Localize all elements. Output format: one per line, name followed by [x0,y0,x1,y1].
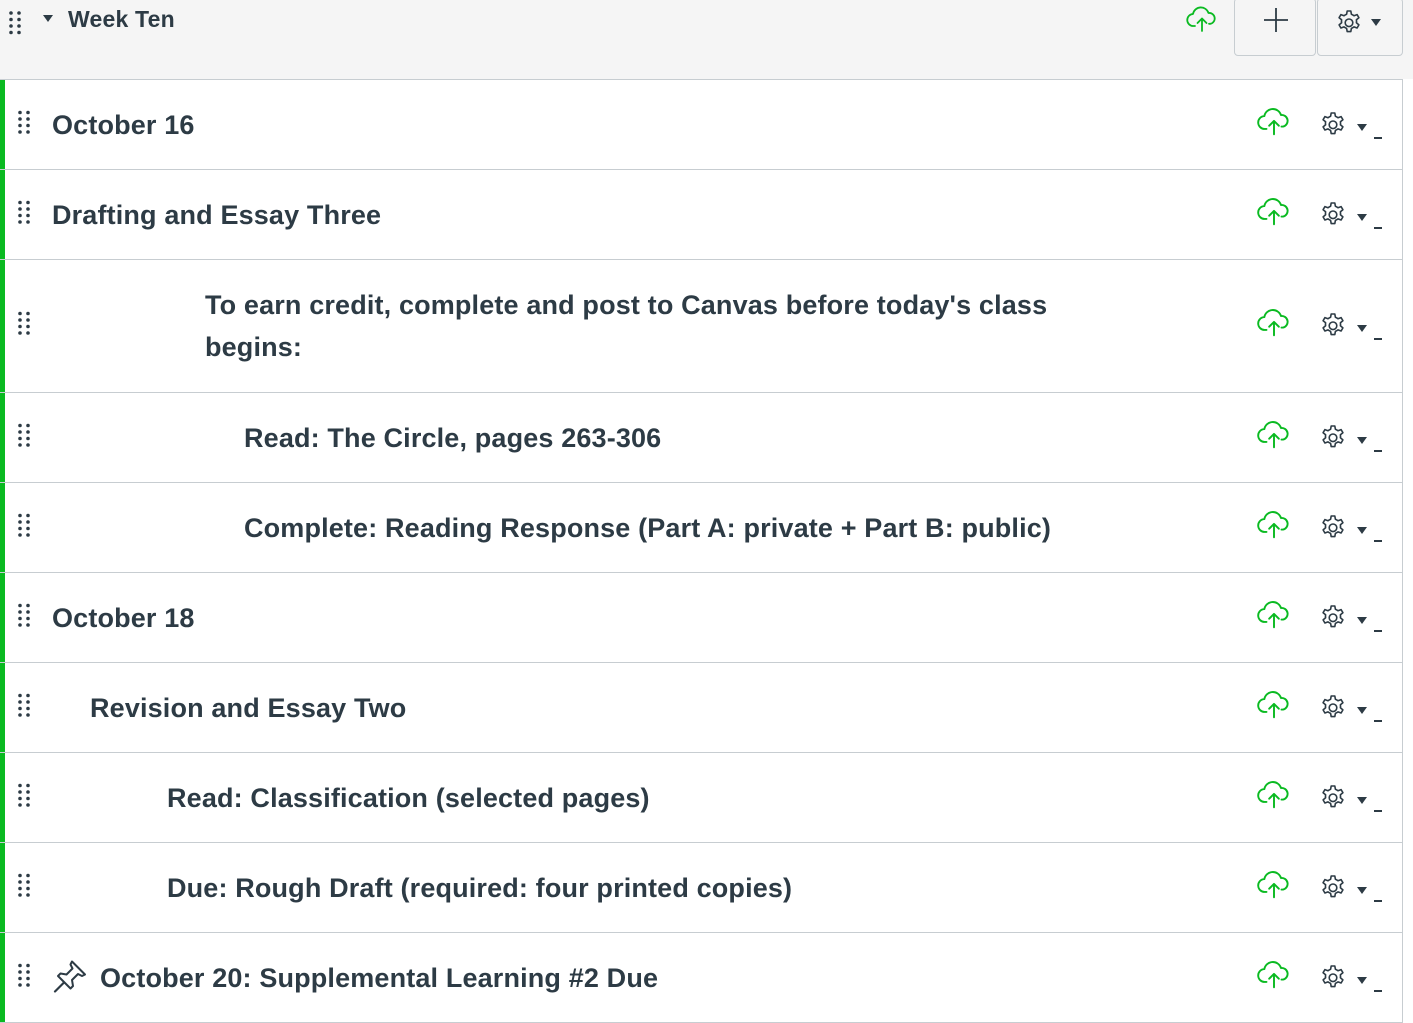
cloud-upload-icon[interactable] [1256,309,1292,344]
module-item-row[interactable]: October 18 [0,573,1402,663]
indent-marker [1374,338,1382,340]
indent-marker [1374,226,1382,229]
drag-handle-icon[interactable] [17,199,31,230]
gear-icon [1319,514,1347,547]
module-item-row[interactable]: October 16 [0,80,1402,170]
item-settings-menu[interactable] [1319,111,1373,139]
drag-handle-icon[interactable] [17,512,31,543]
module-item-title[interactable]: Complete: Reading Response (Part A: priv… [244,507,1051,549]
module-item-row[interactable]: Complete: Reading Response (Part A: priv… [0,483,1402,573]
gear-icon [1319,874,1347,907]
item-settings-menu[interactable] [1319,694,1373,722]
caret-down-icon [1356,321,1368,339]
gear-icon [1335,9,1363,42]
item-settings-menu[interactable] [1319,514,1373,542]
module-item-title[interactable]: Read: The Circle, pages 263-306 [244,417,661,459]
indent-marker [1374,539,1382,542]
cloud-upload-icon[interactable] [1256,690,1292,725]
module-item-title[interactable]: Revision and Essay Two [90,687,406,729]
indent-marker [1374,136,1382,139]
gear-icon [1319,604,1347,637]
gear-icon [1319,964,1347,997]
module-item-title[interactable]: Read: Classification (selected pages) [167,777,650,819]
drag-handle-icon[interactable] [17,602,31,633]
drag-handle-icon[interactable] [8,10,22,41]
caret-down-icon [1356,210,1368,228]
cloud-upload-icon[interactable] [1256,600,1292,635]
caret-down-icon [1356,703,1368,721]
module-item-row[interactable]: Revision and Essay Two [0,663,1402,753]
indent-marker [1374,899,1382,902]
caret-down-icon [1356,973,1368,991]
cloud-upload-icon[interactable] [1256,197,1292,232]
item-settings-menu[interactable] [1319,201,1373,229]
indent-marker [1374,989,1382,992]
module-item-row[interactable]: To earn credit, complete and post to Can… [0,260,1402,393]
cloud-upload-icon[interactable] [1256,870,1292,905]
cloud-upload-icon[interactable] [1256,420,1292,455]
add-item-button[interactable] [1234,0,1316,56]
pin-icon [52,958,88,997]
item-settings-menu[interactable] [1319,312,1373,340]
caret-down-icon [1356,883,1368,901]
gear-icon [1319,201,1347,234]
caret-down-icon [1356,613,1368,631]
indent-marker [1374,449,1382,452]
drag-handle-icon[interactable] [17,872,31,903]
drag-handle-icon[interactable] [17,311,31,342]
item-settings-menu[interactable] [1319,964,1373,992]
module-item-title[interactable]: Due: Rough Draft (required: four printed… [167,867,792,909]
module-item-title[interactable]: October 18 [52,597,195,639]
module-item-title[interactable]: October 20: Supplemental Learning #2 Due [100,957,658,999]
gear-icon [1319,694,1347,727]
cloud-upload-icon[interactable] [1186,6,1218,39]
module-item-row[interactable]: Due: Rough Draft (required: four printed… [0,843,1402,933]
item-settings-menu[interactable] [1319,784,1373,812]
plus-icon [1263,7,1289,38]
module-items-list: October 16 Drafting and Essay Three To ear… [0,79,1403,1023]
module-title: Week Ten [68,6,175,32]
gear-icon [1319,424,1347,457]
module-item-title[interactable]: To earn credit, complete and post to Can… [205,284,1135,368]
cloud-upload-icon[interactable] [1256,780,1292,815]
item-settings-menu[interactable] [1319,604,1373,632]
caret-down-icon [1356,433,1368,451]
gear-icon [1319,784,1347,817]
indent-marker [1374,719,1382,722]
indent-marker [1374,629,1382,632]
module-header: Week Ten [0,0,1413,79]
gear-icon [1319,312,1347,345]
caret-down-icon [1356,120,1368,138]
caret-down-icon[interactable] [42,12,54,30]
module-item-row[interactable]: Read: The Circle, pages 263-306 [0,393,1402,483]
cloud-upload-icon[interactable] [1256,960,1292,995]
item-settings-menu[interactable] [1319,424,1373,452]
module-item-row[interactable]: Drafting and Essay Three [0,170,1402,260]
gear-icon [1319,111,1347,144]
item-settings-menu[interactable] [1319,874,1373,902]
module-settings-button[interactable] [1317,0,1403,56]
module-item-row[interactable]: Read: Classification (selected pages) [0,753,1402,843]
caret-down-icon [1356,793,1368,811]
module-item-row[interactable]: October 20: Supplemental Learning #2 Due [0,933,1402,1023]
drag-handle-icon[interactable] [17,962,31,993]
indent-marker [1374,809,1382,812]
cloud-upload-icon[interactable] [1256,510,1292,545]
caret-down-icon [1370,15,1382,33]
caret-down-icon [1356,523,1368,541]
module-item-title[interactable]: Drafting and Essay Three [52,194,381,236]
cloud-upload-icon[interactable] [1256,107,1292,142]
drag-handle-icon[interactable] [17,109,31,140]
drag-handle-icon[interactable] [17,422,31,453]
drag-handle-icon[interactable] [17,692,31,723]
drag-handle-icon[interactable] [17,782,31,813]
module-item-title[interactable]: October 16 [52,104,195,146]
